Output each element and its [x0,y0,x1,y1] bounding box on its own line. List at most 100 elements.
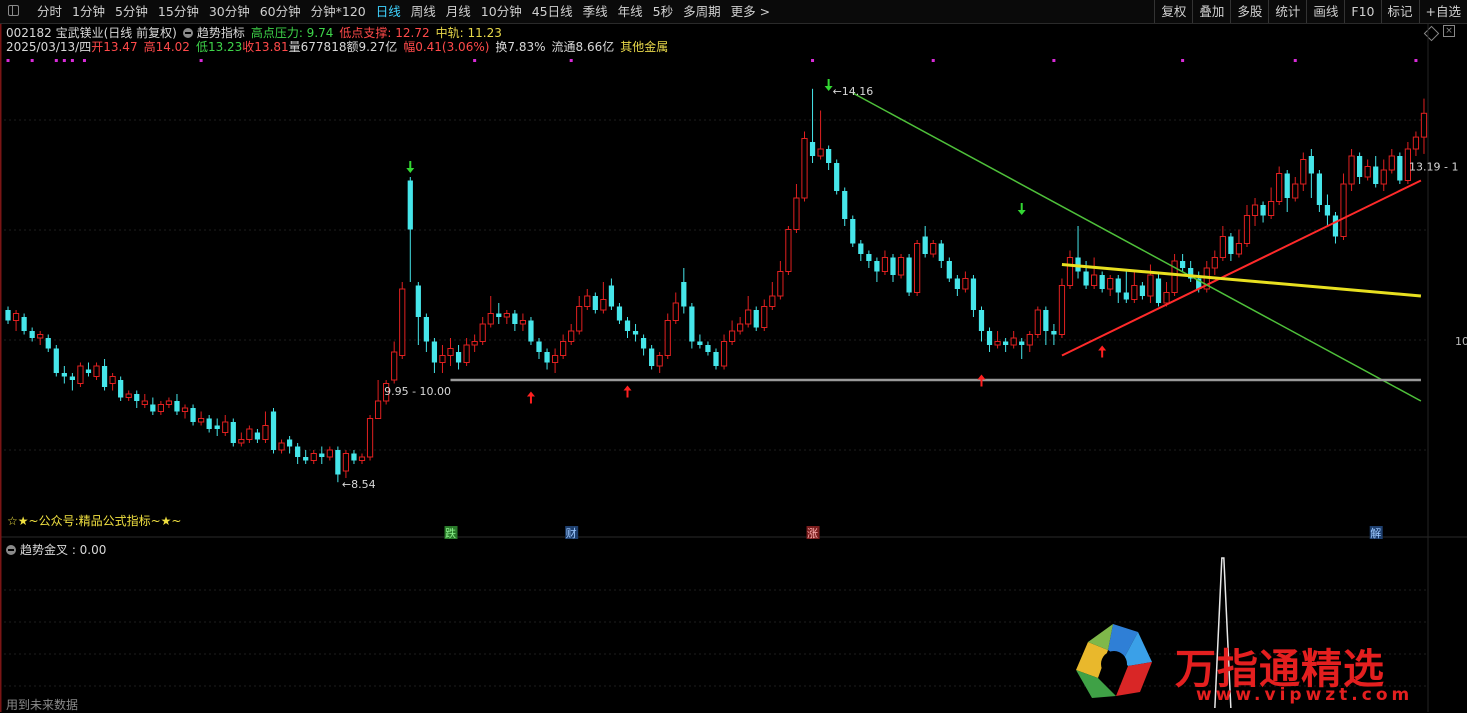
candle-body-163 [1316,173,1323,205]
tab-5[interactable]: 60分钟 [255,0,306,23]
toolbar-button-6[interactable]: 标记 [1380,0,1419,23]
candle-body-118 [954,278,960,289]
sidebar-toggle-icon[interactable] [8,5,19,16]
candle-body-133 [1075,257,1081,272]
tab-7[interactable]: 日线 [371,0,406,23]
candle-body-108 [874,261,880,272]
candle-body-86 [697,341,703,345]
candle-body-51 [415,285,421,317]
sub-panel-header: 趋势金叉 : 0.00 [6,541,106,558]
right-axis-tick: 10 [1455,335,1467,348]
candle-body-68 [551,355,559,363]
candle-body-3 [29,331,35,338]
candle-body-16 [134,394,140,401]
tab-16[interactable]: 更多 > [726,0,775,23]
candle-body-20 [165,400,173,405]
candle-body-166 [1340,183,1347,237]
amount: 额9.27亿 [346,40,398,54]
tab-8[interactable]: 周线 [406,0,441,23]
candle-body-8 [69,376,75,380]
candle-body-28 [230,422,236,443]
candle-body-25 [206,418,212,429]
toolbar-button-7[interactable]: +自选 [1418,0,1467,23]
event-tag-2: 涨 [807,527,818,540]
candle-body-34 [278,442,285,451]
sub-indicator-label[interactable]: 趋势金叉 : 0.00 [20,541,106,558]
kline-chart[interactable]: ←14.16 ←8.54 9.95 - 10.00 13.19 - 1 10 ☆★~公众号… [0,0,1467,712]
candle-body-131 [1058,285,1066,335]
toolbar-button-1[interactable]: 叠加 [1192,0,1230,23]
candle-body-67 [544,352,550,363]
candle-body-89 [720,341,728,367]
candle-body-165 [1332,215,1339,237]
toolbar-button-2[interactable]: 多股 [1230,0,1268,23]
candle-body-84 [681,282,687,307]
candle-body-19 [157,404,164,412]
tab-15[interactable]: 多周期 [678,0,726,23]
candle-body-75 [608,285,615,307]
candle-body-92 [745,309,752,325]
toolbar-button-4[interactable]: 画线 [1306,0,1344,23]
event-tag-1: 财 [566,526,577,540]
close-price: 收13.81 [242,40,289,54]
sub-indicator-toggle-icon[interactable] [6,544,16,555]
candle-body-0 [5,310,11,321]
candle-body-77 [624,320,631,331]
candle-body-54 [439,355,446,363]
panel-close-icon[interactable]: × [1443,25,1455,37]
high-price: 高14.02 [143,40,190,54]
candle-body-175 [1412,136,1420,150]
candle-body-113 [914,243,921,293]
candle-body-6 [53,348,59,373]
marker-dot-3 [569,59,573,62]
candle-body-151 [1219,236,1226,258]
float-cap: 流通8.66亿 [551,40,615,54]
candle-body-40 [326,449,333,458]
candle-body-83 [672,302,679,321]
candle-body-24 [197,418,205,423]
candle-body-106 [858,243,864,254]
tab-4[interactable]: 30分钟 [204,0,255,23]
candle-body-62 [503,313,510,318]
support-range-label: 9.95 - 10.00 [384,385,451,398]
tab-14[interactable]: 5秒 [648,0,678,23]
marker-dot-left-3 [62,59,66,62]
candle-body-58 [471,341,478,346]
candle-body-169 [1364,166,1371,178]
candle-body-81 [656,355,663,367]
indicator-toggle-icon[interactable] [182,27,193,38]
tab-6[interactable]: 分钟*120 [306,0,371,23]
tab-13[interactable]: 年线 [613,0,648,23]
candle-body-9 [77,365,84,384]
candle-body-66 [536,341,542,352]
candle-body-148 [1196,278,1202,289]
tab-11[interactable]: 45日线 [527,0,578,23]
candle-body-57 [463,344,470,363]
tab-12[interactable]: 季线 [578,0,613,23]
candle-body-134 [1083,271,1089,286]
panel-settings-icon[interactable] [1423,25,1440,42]
toolbar-button-3[interactable]: 统计 [1268,0,1306,23]
candle-body-104 [842,191,848,219]
tab-10[interactable]: 10分钟 [476,0,527,23]
signal-arrow-3 [526,391,535,404]
toolbar-button-0[interactable]: 复权 [1154,0,1192,23]
stock-info-line-2: 2025/03/13/四 开13.47 高14.02 低13.23 收13.81… [6,39,668,54]
candle-body-59 [479,323,486,342]
candle-body-117 [946,261,952,279]
tab-3[interactable]: 15分钟 [153,0,204,23]
tab-9[interactable]: 月线 [441,0,476,23]
toolbar-button-5[interactable]: F10 [1344,0,1380,23]
candle-body-107 [866,254,872,261]
marker-dot-8 [1293,59,1297,62]
candle-body-162 [1308,156,1314,174]
candle-body-173 [1397,156,1403,181]
sector[interactable]: 其他金属 [620,38,668,55]
candle-body-44 [358,456,366,461]
tab-2[interactable]: 5分钟 [110,0,153,23]
tab-0[interactable]: 分时 [32,0,67,23]
candle-body-32 [262,425,269,440]
candle-body-129 [1043,310,1049,331]
tab-1[interactable]: 1分钟 [67,0,110,23]
candle-body-48 [391,351,398,381]
